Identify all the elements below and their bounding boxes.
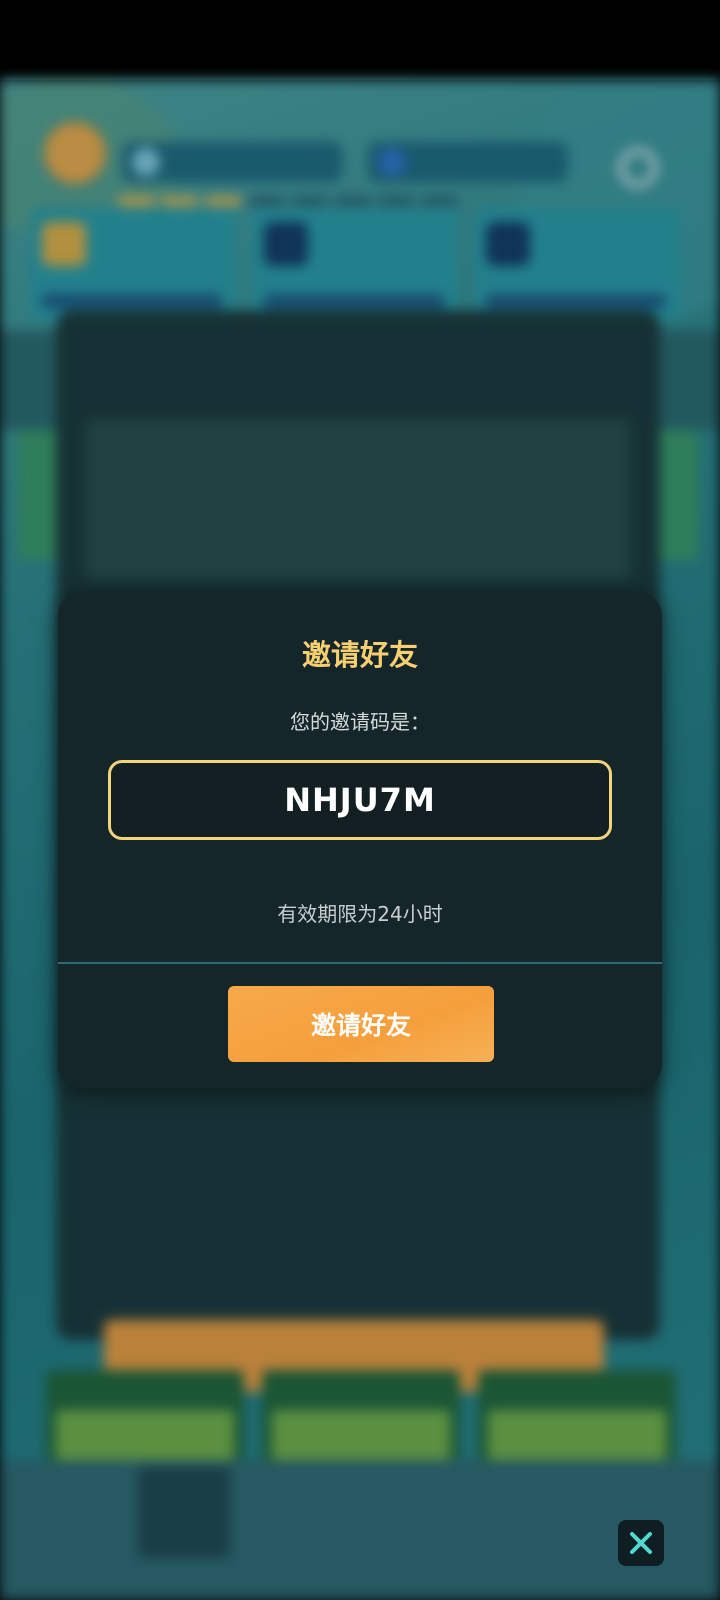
status-bar [0,0,720,80]
invite-friends-button[interactable]: 邀请好友 [228,986,494,1062]
close-icon [630,1532,652,1554]
expire-note: 有效期限为24小时 [277,902,443,926]
invite-code-label: 您的邀请码是： [290,710,430,734]
modal-title: 邀请好友 [301,638,418,672]
invite-modal: 邀请好友 您的邀请码是： NHJU7M 有效期限为24小时 邀请好友 [58,592,662,1088]
divider [58,962,662,964]
invite-code-display[interactable]: NHJU7M [108,760,612,840]
close-button[interactable] [618,1520,664,1566]
